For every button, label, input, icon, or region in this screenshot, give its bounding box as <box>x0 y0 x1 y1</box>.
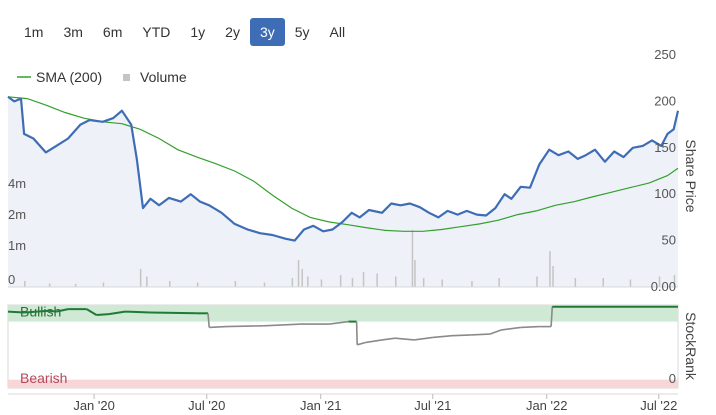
stockrank-line-segment <box>48 309 57 313</box>
stockrank-line-segment <box>225 325 264 328</box>
stockrank-line-segment <box>355 321 358 345</box>
stock-chart: 250 200 150 100 50 0.00 4m 2m 1m 0 SMA (200) Volume… <box>7 47 699 413</box>
volume-bar <box>471 281 473 287</box>
stockrank-line-segment <box>520 325 540 329</box>
volume-bar <box>411 230 414 287</box>
stockrank-panel: BullishBearish 0 StockRank <box>7 304 699 389</box>
volume-bar <box>169 281 171 287</box>
volume-bar <box>263 282 266 287</box>
volume-bar <box>414 260 416 287</box>
volume-bar <box>395 276 397 287</box>
stockrank-tick-label: 0 <box>669 371 676 386</box>
volume-bar <box>297 260 300 287</box>
stockrank-line-segment <box>37 309 49 313</box>
legend-volume-swatch <box>123 74 130 81</box>
stockrank-line-segment <box>124 310 151 314</box>
stockrank-line-segment <box>150 311 197 315</box>
price-panel: 250 200 150 100 50 0.00 4m 2m 1m 0 SMA (200) Volume… <box>7 47 699 294</box>
volume-bar <box>48 283 51 287</box>
volume-bar <box>441 279 443 287</box>
stockrank-line-segment <box>471 333 490 336</box>
price-tick-label: 150 <box>654 140 676 155</box>
volume-bar <box>362 272 365 287</box>
x-tick-label: Jan '22 <box>526 398 568 413</box>
price-tick-label: 250 <box>654 47 676 62</box>
stockrank-line-segment <box>451 334 472 337</box>
stockrank-axis-title: StockRank <box>683 312 699 381</box>
volume-bar <box>339 275 342 287</box>
x-tick-label: Jul '21 <box>414 398 451 413</box>
volume-bar <box>196 282 199 287</box>
share-price-axis-title: Share Price <box>683 139 699 212</box>
x-tick-label: Jul '22 <box>640 398 677 413</box>
volume-bar <box>234 281 237 287</box>
volume-tick-label: 0 <box>8 272 15 287</box>
price-tick-label: 200 <box>654 93 676 108</box>
volume-tick-label: 4m <box>8 176 26 191</box>
volume-bar <box>102 282 105 287</box>
stockrank-line-segment <box>7 310 25 314</box>
volume-bar <box>422 278 425 287</box>
volume-tick-label: 2m <box>8 207 26 222</box>
price-area <box>8 96 678 287</box>
legend-sma-label[interactable]: SMA (200) <box>36 69 102 85</box>
volume-bar <box>552 266 554 287</box>
volume-bar <box>320 279 323 287</box>
volume-bar <box>351 278 354 287</box>
legend: SMA (200) Volume <box>17 69 187 85</box>
stockrank-line-segment <box>209 325 227 329</box>
legend-volume-label[interactable]: Volume <box>140 69 187 85</box>
bearish-band <box>8 379 678 388</box>
price-tick-label: 100 <box>654 186 676 201</box>
volume-bar <box>307 276 309 287</box>
volume-bar <box>498 278 500 287</box>
volume-bar <box>629 279 632 287</box>
volume-bar <box>536 276 538 287</box>
volume-bar <box>602 278 604 287</box>
x-tick-label: Jul '20 <box>188 398 225 413</box>
price-tick-label: 0.00 <box>651 279 676 294</box>
volume-bar <box>139 269 142 287</box>
volume-bar <box>301 269 303 287</box>
volume-bar <box>549 251 551 287</box>
stockrank-line-segment <box>96 313 109 316</box>
volume-bar <box>24 281 26 287</box>
x-tick-label: Jan '20 <box>73 398 115 413</box>
price-tick-label: 50 <box>662 233 676 248</box>
x-tick-label: Jan '21 <box>300 398 342 413</box>
volume-bar <box>574 278 577 287</box>
volume-tick-label: 1m <box>8 238 26 253</box>
volume-bar <box>291 278 294 287</box>
volume-bar <box>376 273 378 287</box>
volume-bar <box>146 276 148 287</box>
x-axis: Jan '20 Jul '20 Jan '21 Jul '21 Jan '22 Jul '… <box>8 393 678 413</box>
bearish-band-label: Bearish <box>20 370 67 386</box>
stockrank-line-segment <box>24 310 38 314</box>
